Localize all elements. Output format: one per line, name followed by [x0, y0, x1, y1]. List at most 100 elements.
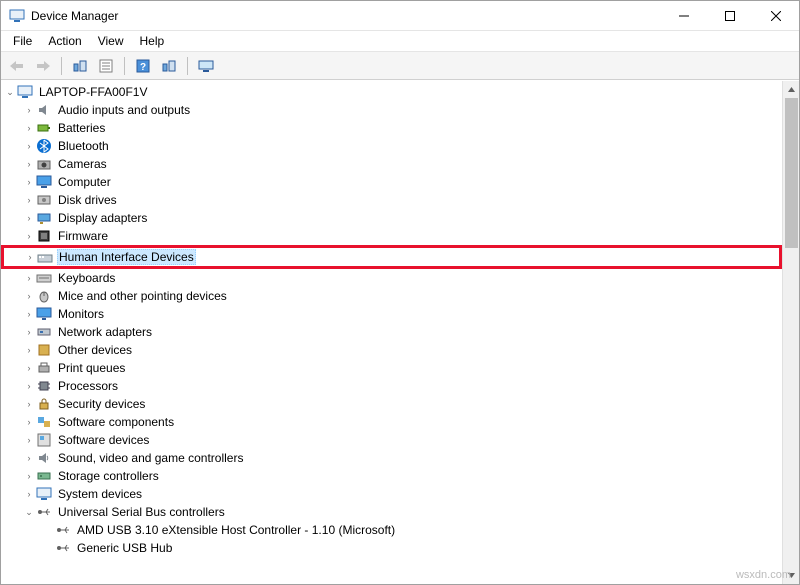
- tree-root[interactable]: ⌄ LAPTOP-FFA00F1V: [3, 83, 782, 101]
- expand-icon[interactable]: ⌄: [22, 505, 36, 519]
- vertical-scrollbar[interactable]: [782, 81, 799, 584]
- expand-icon[interactable]: ›: [22, 103, 36, 117]
- devices-by-connection-button[interactable]: [194, 55, 218, 77]
- content-area: ⌄ LAPTOP-FFA00F1V ›Audio inputs and outp…: [1, 80, 799, 584]
- menu-help[interactable]: Help: [132, 32, 173, 50]
- scroll-down-button[interactable]: [783, 567, 799, 584]
- expand-icon[interactable]: ›: [23, 250, 37, 264]
- category-computer[interactable]: ›Computer: [3, 173, 782, 191]
- svg-text:?: ?: [140, 62, 146, 73]
- expand-icon[interactable]: ›: [22, 139, 36, 153]
- toolbar-separator: [187, 57, 188, 75]
- category-storage-controllers[interactable]: ›Storage controllers: [3, 467, 782, 485]
- app-icon: [9, 8, 25, 24]
- expand-icon[interactable]: ›: [22, 379, 36, 393]
- menu-action[interactable]: Action: [40, 32, 89, 50]
- category-human-interface-devices[interactable]: ›Human Interface Devices: [4, 248, 779, 266]
- expand-icon[interactable]: ›: [22, 175, 36, 189]
- category-keyboards[interactable]: ›Keyboards: [3, 269, 782, 287]
- show-hidden-button[interactable]: [68, 55, 92, 77]
- expand-icon[interactable]: ›: [22, 289, 36, 303]
- category-firmware[interactable]: ›Firmware: [3, 227, 782, 245]
- device-usb-child[interactable]: Generic USB Hub: [3, 539, 782, 557]
- category-disk-drives[interactable]: ›Disk drives: [3, 191, 782, 209]
- sound-icon: [36, 450, 52, 466]
- security-icon: [36, 396, 52, 412]
- menu-file[interactable]: File: [5, 32, 40, 50]
- battery-icon: [36, 120, 52, 136]
- category-security-devices[interactable]: ›Security devices: [3, 395, 782, 413]
- category-processors[interactable]: ›Processors: [3, 377, 782, 395]
- display-adapter-icon: [36, 210, 52, 226]
- device-tree[interactable]: ⌄ LAPTOP-FFA00F1V ›Audio inputs and outp…: [1, 81, 782, 584]
- category-print-queues[interactable]: ›Print queues: [3, 359, 782, 377]
- camera-icon: [36, 156, 52, 172]
- device-manager-window: Device Manager File Action View Help ? ⌄: [0, 0, 800, 585]
- maximize-button[interactable]: [707, 1, 753, 31]
- expand-icon[interactable]: ›: [22, 361, 36, 375]
- software-device-icon: [36, 432, 52, 448]
- category-cameras[interactable]: ›Cameras: [3, 155, 782, 173]
- scroll-up-button[interactable]: [783, 81, 799, 98]
- category-other-devices[interactable]: ›Other devices: [3, 341, 782, 359]
- window-controls: [661, 1, 799, 31]
- back-button: [5, 55, 29, 77]
- disk-icon: [36, 192, 52, 208]
- category-monitors[interactable]: ›Monitors: [3, 305, 782, 323]
- category-software-devices[interactable]: ›Software devices: [3, 431, 782, 449]
- usb-icon: [36, 504, 52, 520]
- properties-button[interactable]: [94, 55, 118, 77]
- expand-icon[interactable]: ›: [22, 433, 36, 447]
- toolbar: ?: [1, 52, 799, 80]
- category-system-devices[interactable]: ›System devices: [3, 485, 782, 503]
- scroll-thumb[interactable]: [785, 98, 798, 248]
- other-devices-icon: [36, 342, 52, 358]
- usb-device-icon: [55, 522, 71, 538]
- processor-icon: [36, 378, 52, 394]
- expand-icon[interactable]: ›: [22, 415, 36, 429]
- category-bluetooth[interactable]: ›Bluetooth: [3, 137, 782, 155]
- monitor-icon: [36, 306, 52, 322]
- bluetooth-icon: [36, 138, 52, 154]
- expand-icon[interactable]: ›: [22, 157, 36, 171]
- category-batteries[interactable]: ›Batteries: [3, 119, 782, 137]
- expand-icon[interactable]: ›: [22, 469, 36, 483]
- printer-icon: [36, 360, 52, 376]
- expand-icon[interactable]: ›: [22, 343, 36, 357]
- storage-controller-icon: [36, 468, 52, 484]
- network-icon: [36, 324, 52, 340]
- expand-icon[interactable]: ›: [22, 121, 36, 135]
- expand-icon[interactable]: ⌄: [3, 85, 17, 99]
- device-usb-child[interactable]: AMD USB 3.10 eXtensible Host Controller …: [3, 521, 782, 539]
- close-button[interactable]: [753, 1, 799, 31]
- help-button[interactable]: ?: [131, 55, 155, 77]
- expand-icon[interactable]: ›: [22, 397, 36, 411]
- category-software-components[interactable]: ›Software components: [3, 413, 782, 431]
- expand-icon[interactable]: ›: [22, 193, 36, 207]
- category-network-adapters[interactable]: ›Network adapters: [3, 323, 782, 341]
- expand-icon[interactable]: ›: [22, 229, 36, 243]
- system-device-icon: [36, 486, 52, 502]
- titlebar: Device Manager: [1, 1, 799, 31]
- expand-icon[interactable]: ›: [22, 325, 36, 339]
- category-sound-video-game[interactable]: ›Sound, video and game controllers: [3, 449, 782, 467]
- scan-button[interactable]: [157, 55, 181, 77]
- category-display-adapters[interactable]: ›Display adapters: [3, 209, 782, 227]
- menu-bar: File Action View Help: [1, 31, 799, 52]
- minimize-button[interactable]: [661, 1, 707, 31]
- menu-view[interactable]: View: [90, 32, 132, 50]
- category-usb-controllers[interactable]: ⌄Universal Serial Bus controllers: [3, 503, 782, 521]
- usb-device-icon: [55, 540, 71, 556]
- expand-icon[interactable]: ›: [22, 451, 36, 465]
- keyboard-icon: [36, 270, 52, 286]
- toolbar-separator: [124, 57, 125, 75]
- category-mice[interactable]: ›Mice and other pointing devices: [3, 287, 782, 305]
- expand-icon[interactable]: ›: [22, 307, 36, 321]
- forward-button: [31, 55, 55, 77]
- toolbar-separator: [61, 57, 62, 75]
- expand-icon[interactable]: ›: [22, 271, 36, 285]
- expand-icon[interactable]: ›: [22, 487, 36, 501]
- expand-icon[interactable]: ›: [22, 211, 36, 225]
- hid-icon: [37, 249, 53, 265]
- category-audio[interactable]: ›Audio inputs and outputs: [3, 101, 782, 119]
